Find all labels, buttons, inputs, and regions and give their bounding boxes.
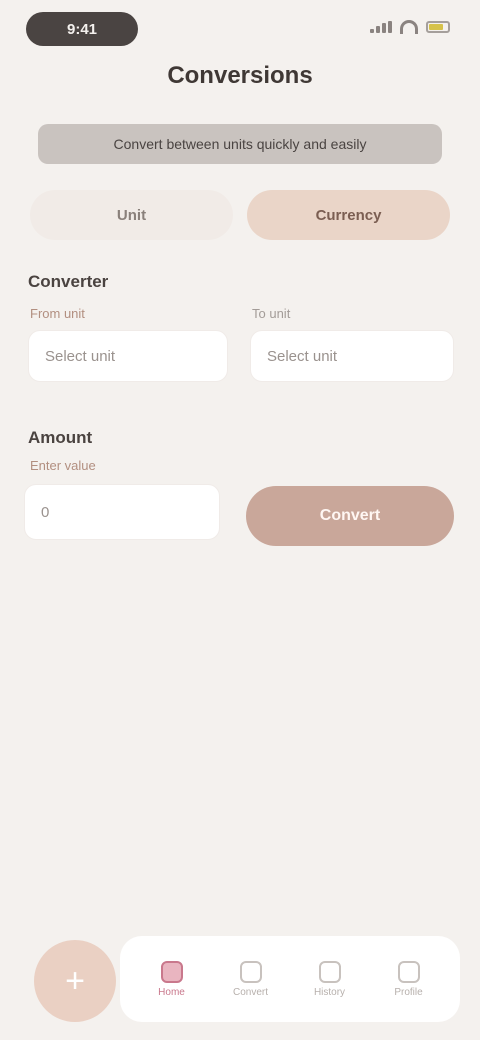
- bottom-nav: Home Convert History Profile: [120, 936, 460, 1022]
- amount-section-title: Amount: [28, 428, 93, 447]
- page-title: Conversions: [167, 62, 313, 89]
- signal-icon: [370, 21, 392, 33]
- home-icon: [160, 960, 183, 983]
- from-unit-select[interactable]: Select unit: [28, 330, 228, 382]
- status-icons: [370, 20, 450, 34]
- status-time: 9:41: [26, 12, 138, 46]
- nav-label: Convert: [232, 986, 268, 998]
- tab-unit[interactable]: Unit: [30, 190, 233, 240]
- user-icon: [397, 960, 420, 983]
- history-icon: [318, 960, 341, 983]
- nav-label: Home: [158, 986, 185, 998]
- to-unit-select[interactable]: Select unit: [250, 330, 454, 382]
- nav-label: Profile: [394, 986, 423, 998]
- from-unit-label: From unit: [30, 306, 85, 321]
- nav-item-convert[interactable]: Convert: [226, 949, 276, 1009]
- swap-icon: [239, 960, 262, 983]
- convert-button[interactable]: Convert: [246, 486, 454, 546]
- add-fab-button[interactable]: +: [34, 940, 116, 1022]
- status-bar: 9:41: [0, 0, 480, 60]
- battery-icon: [426, 21, 450, 33]
- nav-item-profile[interactable]: Profile: [384, 949, 434, 1009]
- wifi-icon: [400, 20, 418, 34]
- nav-label: History: [313, 986, 346, 998]
- converter-section-title: Converter: [28, 272, 109, 291]
- tab-row: Unit Currency: [30, 190, 450, 240]
- amount-input[interactable]: 0: [24, 484, 220, 540]
- tab-currency[interactable]: Currency: [247, 190, 450, 240]
- intro-banner: Convert between units quickly and easily: [38, 124, 442, 164]
- to-unit-label: To unit: [252, 306, 291, 321]
- nav-item-history[interactable]: History: [305, 949, 355, 1009]
- nav-item-home[interactable]: Home: [147, 949, 197, 1009]
- amount-label: Enter value: [30, 458, 96, 473]
